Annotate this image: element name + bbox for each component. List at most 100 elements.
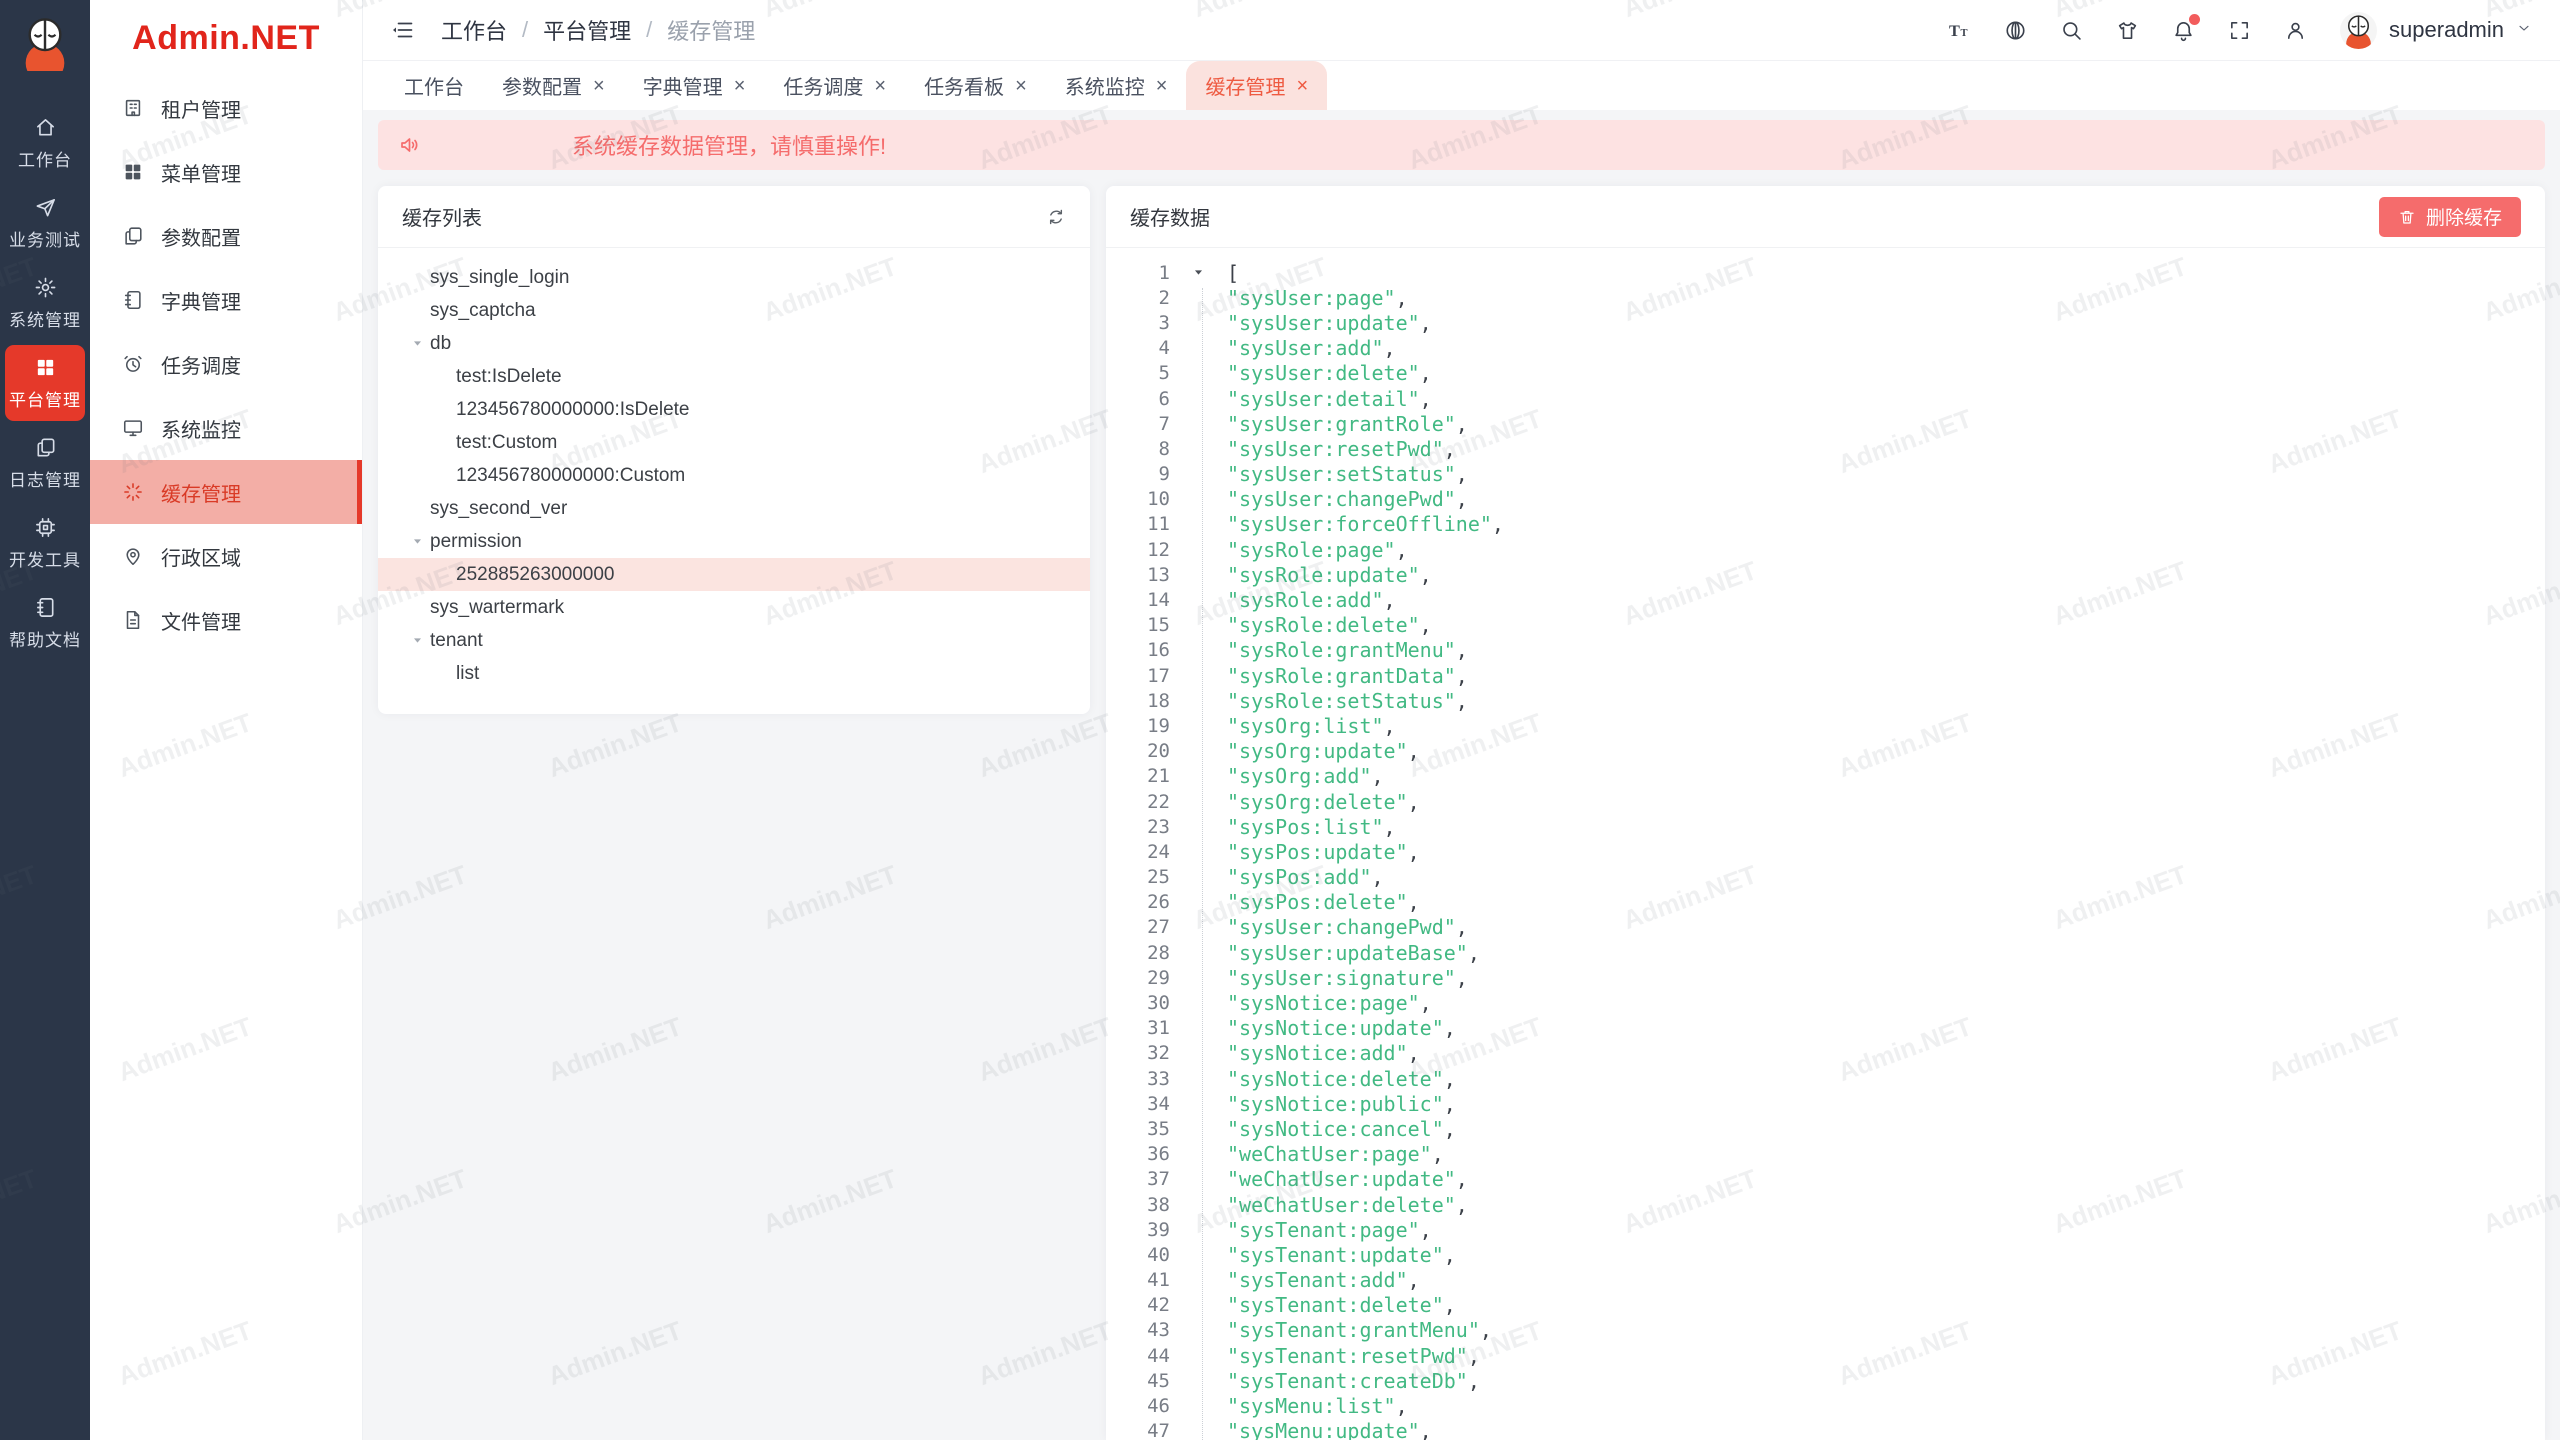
fullscreen-icon[interactable]	[2228, 19, 2251, 42]
code-line: 35"sysNotice:cancel",	[1106, 1116, 2545, 1141]
tree-node-test:IsDelete[interactable]: test:IsDelete	[378, 360, 1090, 393]
rail-item-开发工具[interactable]: 开发工具	[5, 505, 85, 581]
tree-node-tenant[interactable]: tenant	[378, 624, 1090, 657]
tree-node-123456780000000:Custom[interactable]: 123456780000000:Custom	[378, 459, 1090, 492]
notification-icon[interactable]	[2172, 19, 2195, 42]
code-content: "sysUser:page",	[1227, 286, 1408, 310]
search-icon[interactable]	[2060, 19, 2083, 42]
tab-label: 字典管理	[643, 71, 723, 100]
line-number: 23	[1106, 816, 1170, 838]
rail-item-平台管理[interactable]: 平台管理	[5, 345, 85, 421]
language-icon[interactable]	[2004, 19, 2027, 42]
rail-item-日志管理[interactable]: 日志管理	[5, 425, 85, 501]
location-icon	[122, 545, 144, 567]
tree-node-permission[interactable]: permission	[378, 525, 1090, 558]
rail-item-业务测试[interactable]: 业务测试	[5, 185, 85, 261]
line-number: 19	[1106, 715, 1170, 737]
code-content: "sysRole:grantMenu",	[1227, 638, 1468, 662]
sidebar-item-字典管理[interactable]: 字典管理	[90, 268, 362, 332]
tree-node-sys_second_ver[interactable]: sys_second_ver	[378, 492, 1090, 525]
code-content: "sysTenant:delete",	[1227, 1293, 1456, 1317]
line-number: 17	[1106, 665, 1170, 687]
user-menu[interactable]: superadmin	[2340, 12, 2532, 49]
code-line: 17"sysRole:grantData",	[1106, 663, 2545, 688]
code-content: "weChatUser:page",	[1227, 1142, 1444, 1166]
code-content: "sysRole:setStatus",	[1227, 689, 1468, 713]
caret-down-icon[interactable]	[404, 535, 430, 548]
caret-down-icon[interactable]	[404, 634, 430, 647]
line-number: 7	[1106, 413, 1170, 435]
line-number: 8	[1106, 438, 1170, 460]
close-icon[interactable]: ×	[874, 76, 886, 96]
tree-node-sys_captcha[interactable]: sys_captcha	[378, 294, 1090, 327]
caret-down-icon[interactable]	[404, 337, 430, 350]
sidebar-item-租户管理[interactable]: 租户管理	[90, 76, 362, 140]
tree-node-sys_single_login[interactable]: sys_single_login	[378, 261, 1090, 294]
line-number: 12	[1106, 539, 1170, 561]
tree-node-list[interactable]: list	[378, 657, 1090, 690]
code-line: 47"sysMenu:update",	[1106, 1419, 2545, 1440]
close-icon[interactable]: ×	[1015, 76, 1027, 96]
code-line: 13"sysRole:update",	[1106, 562, 2545, 587]
close-icon[interactable]: ×	[1296, 76, 1308, 96]
tree-node-123456780000000:IsDelete[interactable]: 123456780000000:IsDelete	[378, 393, 1090, 426]
tab-任务看板[interactable]: 任务看板×	[905, 61, 1046, 110]
tab-label: 任务调度	[783, 71, 863, 100]
line-number: 1	[1106, 262, 1170, 284]
rail-item-工作台[interactable]: 工作台	[5, 105, 85, 181]
line-number: 27	[1106, 916, 1170, 938]
cache-data-title: 缓存数据	[1130, 202, 1210, 231]
logo-avatar[interactable]	[16, 13, 74, 71]
breadcrumb-item[interactable]: 工作台	[441, 14, 507, 46]
app-logo[interactable]: Admin.NET	[90, 0, 362, 76]
cache-data-panel: 缓存数据 删除缓存 1[2"sysUser:page",3"sysUser:up…	[1106, 186, 2545, 1440]
theme-icon[interactable]	[2116, 19, 2139, 42]
close-icon[interactable]: ×	[734, 76, 746, 96]
sidebar-item-菜单管理[interactable]: 菜单管理	[90, 140, 362, 204]
tree-node-db[interactable]: db	[378, 327, 1090, 360]
rail-item-系统管理[interactable]: 系统管理	[5, 265, 85, 341]
tab-缓存管理[interactable]: 缓存管理 ×	[1186, 61, 1327, 110]
tab-参数配置[interactable]: 参数配置×	[483, 61, 624, 110]
close-icon[interactable]: ×	[593, 76, 605, 96]
line-number: 24	[1106, 841, 1170, 863]
code-content: "sysOrg:add",	[1227, 764, 1384, 788]
tree-node-sys_wartermark[interactable]: sys_wartermark	[378, 591, 1090, 624]
menu-fold-icon[interactable]	[391, 18, 415, 42]
tab-任务调度[interactable]: 任务调度 ×	[764, 61, 905, 110]
code-line: 3"sysUser:update",	[1106, 310, 2545, 335]
sidebar-item-参数配置[interactable]: 参数配置	[90, 204, 362, 268]
code-line: 10"sysUser:changePwd",	[1106, 487, 2545, 512]
code-line: 8"sysUser:resetPwd",	[1106, 436, 2545, 461]
sidebar-item-文件管理[interactable]: 文件管理	[90, 588, 362, 652]
tree-node-252885263000000[interactable]: 252885263000000	[378, 558, 1090, 591]
sidebar-item-行政区域[interactable]: 行政区域	[90, 524, 362, 588]
tab-系统监控[interactable]: 系统监控×	[1046, 61, 1187, 110]
code-content: "sysRole:add",	[1227, 588, 1396, 612]
cpu-icon	[34, 516, 57, 539]
line-number: 6	[1106, 388, 1170, 410]
app-root: 工作台业务测试系统管理平台管理日志管理开发工具帮助文档 Admin.NET 租户…	[0, 0, 2560, 1440]
tab-label: 缓存管理	[1205, 71, 1285, 100]
code-line: 23"sysPos:list",	[1106, 814, 2545, 839]
tree-node-label: list	[456, 663, 479, 685]
sidebar-item-系统监控[interactable]: 系统监控	[90, 396, 362, 460]
caret-down-icon[interactable]	[1170, 266, 1227, 279]
close-icon[interactable]: ×	[1156, 76, 1168, 96]
breadcrumb-item[interactable]: 平台管理	[543, 14, 631, 46]
tab-工作台[interactable]: 工作台	[385, 61, 483, 110]
rail-item-帮助文档[interactable]: 帮助文档	[5, 585, 85, 661]
tab-字典管理[interactable]: 字典管理 ×	[624, 61, 765, 110]
line-number: 42	[1106, 1294, 1170, 1316]
line-number: 10	[1106, 488, 1170, 510]
code-content: "sysUser:update",	[1227, 311, 1432, 335]
delete-cache-button[interactable]: 删除缓存	[2379, 197, 2521, 237]
tree-node-test:Custom[interactable]: test:Custom	[378, 426, 1090, 459]
sidebar-item-缓存管理[interactable]: 缓存管理	[90, 460, 362, 524]
refresh-icon[interactable]	[1046, 207, 1066, 227]
font-size-icon[interactable]: TT	[1948, 19, 1971, 42]
home-icon	[34, 116, 57, 139]
tree-node-label: test:Custom	[456, 432, 557, 454]
sidebar-item-任务调度[interactable]: 任务调度	[90, 332, 362, 396]
profile-icon[interactable]	[2284, 19, 2307, 42]
